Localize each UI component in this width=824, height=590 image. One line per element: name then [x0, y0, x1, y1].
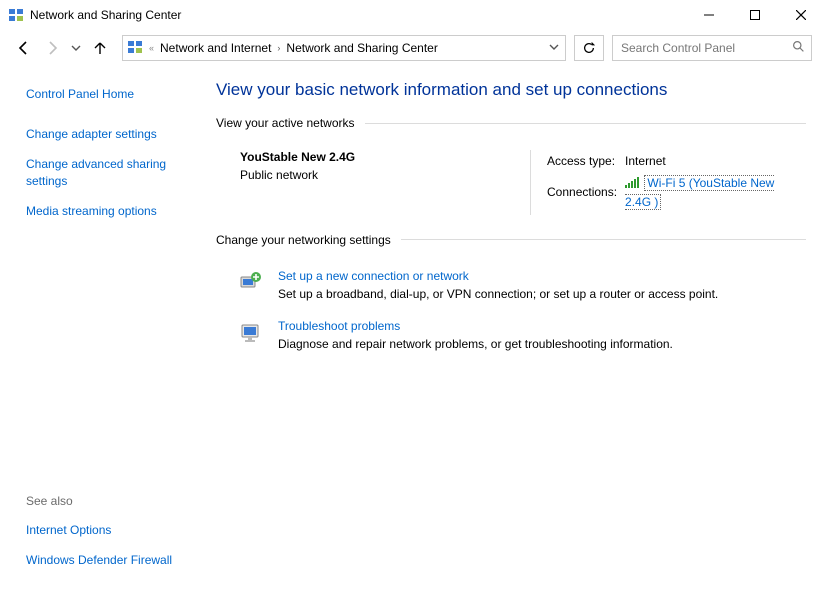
nav-row: « Network and Internet › Network and Sha… [0, 30, 824, 66]
window-title: Network and Sharing Center [30, 8, 181, 22]
back-button[interactable] [12, 36, 36, 60]
refresh-button[interactable] [574, 35, 604, 61]
up-button[interactable] [88, 36, 112, 60]
active-networks-label: View your active networks [216, 116, 355, 130]
chevron-right-icon: › [275, 43, 282, 53]
page-heading: View your basic network information and … [216, 80, 806, 100]
connections-label: Connections: [547, 174, 623, 213]
network-name: YouStable New 2.4G [240, 150, 530, 164]
forward-button[interactable] [40, 36, 64, 60]
access-type-value: Internet [625, 152, 800, 172]
search-box[interactable] [612, 35, 812, 61]
setup-connection-item: Set up a new connection or network Set u… [216, 261, 806, 311]
setup-connection-icon [238, 269, 264, 301]
titlebar: Network and Sharing Center [0, 0, 824, 30]
change-advanced-sharing-link[interactable]: Change advanced sharing settings [26, 156, 196, 188]
troubleshoot-item: Troubleshoot problems Diagnose and repai… [216, 311, 806, 361]
troubleshoot-icon [238, 319, 264, 351]
troubleshoot-link[interactable]: Troubleshoot problems [278, 319, 400, 333]
app-icon [8, 7, 24, 23]
setup-connection-desc: Set up a broadband, dial-up, or VPN conn… [278, 287, 718, 301]
control-panel-home-link[interactable]: Control Panel Home [26, 86, 196, 102]
internet-options-link[interactable]: Internet Options [26, 522, 196, 538]
breadcrumb-level-2[interactable]: Network and Sharing Center [286, 41, 437, 55]
change-settings-label: Change your networking settings [216, 233, 391, 247]
search-icon [792, 40, 805, 56]
address-bar[interactable]: « Network and Internet › Network and Sha… [122, 35, 566, 61]
recent-locations-button[interactable] [68, 36, 84, 60]
change-adapter-settings-link[interactable]: Change adapter settings [26, 126, 196, 142]
address-history-button[interactable] [547, 42, 561, 55]
maximize-button[interactable] [732, 0, 778, 30]
connection-link[interactable]: Wi-Fi 5 (YouStable New 2.4G ) [625, 175, 774, 210]
minimize-button[interactable] [686, 0, 732, 30]
breadcrumb-level-1[interactable]: Network and Internet [160, 41, 271, 55]
close-button[interactable] [778, 0, 824, 30]
access-type-label: Access type: [547, 152, 623, 172]
troubleshoot-desc: Diagnose and repair network problems, or… [278, 337, 673, 351]
windows-defender-firewall-link[interactable]: Windows Defender Firewall [26, 552, 196, 568]
media-streaming-options-link[interactable]: Media streaming options [26, 203, 196, 219]
main-content: View your basic network information and … [210, 66, 824, 590]
wifi-signal-icon [625, 175, 639, 193]
active-networks-header: View your active networks [216, 116, 806, 130]
active-network-row: YouStable New 2.4G Public network Access… [216, 144, 806, 233]
setup-connection-link[interactable]: Set up a new connection or network [278, 269, 469, 283]
sidebar: Control Panel Home Change adapter settin… [0, 66, 210, 590]
breadcrumb-prefix: « [147, 43, 156, 53]
control-panel-icon [127, 39, 143, 58]
network-type: Public network [240, 168, 530, 182]
see-also-label: See also [26, 494, 196, 508]
change-settings-header: Change your networking settings [216, 233, 806, 247]
search-input[interactable] [619, 40, 792, 56]
